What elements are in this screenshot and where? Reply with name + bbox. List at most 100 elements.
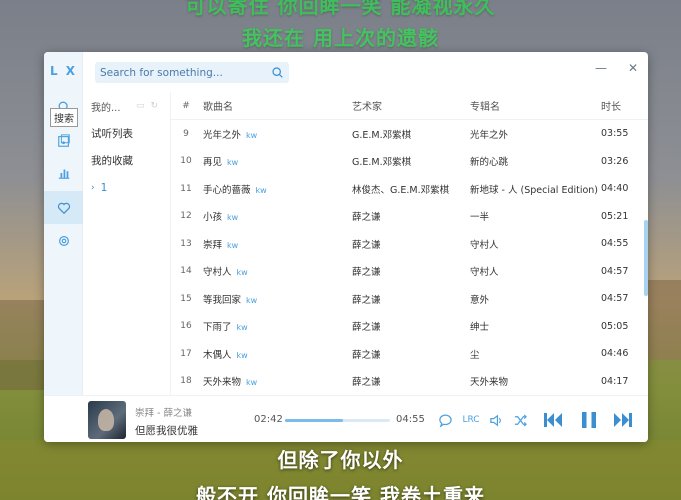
table-scrollbar[interactable] xyxy=(644,220,648,296)
song-name: 崇拜 xyxy=(203,239,223,251)
album-cell: 绅士 xyxy=(470,322,490,334)
close-button[interactable]: ✕ xyxy=(625,60,641,76)
next-button[interactable] xyxy=(610,408,636,432)
desktop-lyric-line: 可以寄住 你回眸一笑 能凝视永久 xyxy=(185,0,496,18)
source-tag: kw xyxy=(236,350,248,360)
total-time: 04:55 xyxy=(396,414,425,425)
bar-chart-icon xyxy=(58,169,69,179)
shuffle-button[interactable] xyxy=(511,412,529,428)
song-name-cell: 小孩 kw xyxy=(201,209,352,223)
source-tag: kw xyxy=(246,378,258,388)
search-input[interactable]: Search for something... xyxy=(95,62,289,83)
song-name-cell: 等我回家 kw xyxy=(201,292,352,306)
nav-tooltip: 搜索 xyxy=(50,108,78,127)
row-number: 18 xyxy=(180,376,192,387)
source-tag: kw xyxy=(246,130,258,140)
row-number: 16 xyxy=(180,321,192,332)
duration-cell: 03:26 xyxy=(601,155,629,167)
song-name: 下雨了 xyxy=(203,322,232,334)
artist-cell: 薛之谦 xyxy=(352,267,381,279)
table-row[interactable]: 16 下雨了 kw 薛之谦 绅士 05:05 xyxy=(171,313,648,341)
album-cell: 一半 xyxy=(470,212,490,224)
search-placeholder: Search for something... xyxy=(100,66,223,79)
search-icon[interactable] xyxy=(271,66,284,79)
artist-cell: 薛之谦 xyxy=(352,239,381,251)
chevron-right-icon: › xyxy=(91,182,95,193)
lyrics-toggle-button[interactable]: LRC xyxy=(460,412,482,428)
song-name: 天外来物 xyxy=(203,377,242,389)
nav-song-list[interactable] xyxy=(44,126,83,156)
skip-previous-icon xyxy=(544,413,562,427)
nav-leaderboard[interactable] xyxy=(44,158,83,188)
duration-cell: 04:40 xyxy=(601,183,629,195)
source-tag: kw xyxy=(227,158,239,168)
skip-next-icon xyxy=(614,413,632,427)
source-tag: kw xyxy=(227,213,239,223)
song-name: 木偶人 xyxy=(203,349,232,361)
table-row[interactable]: 9 光年之外 kw G.E.M.邓紫棋 光年之外 03:55 xyxy=(171,120,648,148)
row-number: 11 xyxy=(180,183,192,194)
artist-cell: G.E.M.邓紫棋 xyxy=(352,157,412,169)
table-row[interactable]: 18 天外来物 kw 薛之谦 天外来物 04:17 xyxy=(171,368,648,396)
song-name-cell: 木偶人 kw xyxy=(201,347,352,361)
col-header-album: 专辑名 xyxy=(470,102,500,113)
now-playing-lyric: 但愿我很优雅 xyxy=(135,425,198,437)
desktop-lyric-line: 般不开 你回眸一笑 我卷土重来 xyxy=(196,484,485,500)
nav-my-list[interactable] xyxy=(44,191,83,224)
table-row[interactable]: 10 再见 kw G.E.M.邓紫棋 新的心跳 03:26 xyxy=(171,148,648,176)
album-cell: 新的心跳 xyxy=(470,157,509,169)
song-name-cell: 手心的蔷薇 kw xyxy=(201,182,352,196)
table-row[interactable]: 11 手心的蔷薇 kw 林俊杰、G.E.M.邓紫棋 新地球 - 人 (Special E… xyxy=(171,175,648,203)
table-header: # 歌曲名 艺术家 专辑名 时长 xyxy=(171,92,648,120)
row-number: 12 xyxy=(180,211,192,222)
artist-cell: G.E.M.邓紫棋 xyxy=(352,129,412,141)
nav-settings[interactable] xyxy=(44,226,83,256)
artist-cell: 薛之谦 xyxy=(352,322,381,334)
source-tag: kw xyxy=(236,323,248,333)
table-row[interactable]: 14 守村人 kw 薛之谦 守村人 04:57 xyxy=(171,258,648,286)
minimize-button[interactable]: — xyxy=(593,60,609,76)
pause-button[interactable] xyxy=(576,408,602,432)
song-name-cell: 崇拜 kw xyxy=(201,237,352,251)
col-header-name: 歌曲名 xyxy=(203,102,233,113)
table-row[interactable]: 13 崇拜 kw 薛之谦 守村人 04:55 xyxy=(171,230,648,258)
artist-cell: 薛之谦 xyxy=(352,377,381,389)
playlist-icon xyxy=(57,134,70,147)
table-row[interactable]: 12 小孩 kw 薛之谦 一半 05:21 xyxy=(171,203,648,231)
artist-cell: 薛之谦 xyxy=(352,294,381,306)
row-number: 17 xyxy=(180,348,192,359)
row-number: 9 xyxy=(183,128,189,139)
song-name-cell: 天外来物 kw xyxy=(201,374,352,388)
album-cover[interactable] xyxy=(88,401,126,439)
artist-cell: 薛之谦 xyxy=(352,212,381,224)
heart-icon xyxy=(57,202,70,214)
song-name-cell: 下雨了 kw xyxy=(201,319,352,333)
table-row[interactable]: 17 木偶人 kw 薛之谦 尘 04:46 xyxy=(171,340,648,368)
previous-button[interactable] xyxy=(540,408,566,432)
pause-icon xyxy=(582,412,596,428)
col-header-num: # xyxy=(182,100,190,111)
duration-cell: 04:46 xyxy=(601,348,629,360)
playlist-header-label: 我的... xyxy=(91,102,121,114)
playlist-item-label: 1 xyxy=(100,181,108,194)
progress-bar[interactable] xyxy=(285,419,390,422)
duration-cell: 04:57 xyxy=(601,265,629,277)
row-number: 14 xyxy=(180,266,192,277)
playlist-tool-icons[interactable]: ▭↻ xyxy=(136,101,164,111)
top-bar: Search for something... — ✕ xyxy=(83,52,648,92)
table-row[interactable]: 15 等我回家 kw 薛之谦 意外 04:57 xyxy=(171,285,648,313)
playlist-item-1[interactable]: › 1 xyxy=(83,174,170,201)
volume-icon xyxy=(489,414,501,426)
playlist-item-favorites[interactable]: 我的收藏 xyxy=(83,147,170,174)
source-tag: kw xyxy=(236,268,248,278)
table-body: 9 光年之外 kw G.E.M.邓紫棋 光年之外 03:55 10 再见 kw G.E.M.邓紫棋… xyxy=(171,120,648,395)
album-cell: 新地球 - 人 (Special Edition) xyxy=(470,184,599,196)
volume-button[interactable] xyxy=(487,412,505,428)
comment-button[interactable] xyxy=(436,412,454,428)
album-cell: 尘 xyxy=(470,349,480,361)
shuffle-icon xyxy=(514,413,527,427)
playlist-item-trial[interactable]: 试听列表 xyxy=(83,120,170,147)
song-name: 小孩 xyxy=(203,212,223,224)
duration-cell: 04:57 xyxy=(601,293,629,305)
song-name: 再见 xyxy=(203,157,223,169)
